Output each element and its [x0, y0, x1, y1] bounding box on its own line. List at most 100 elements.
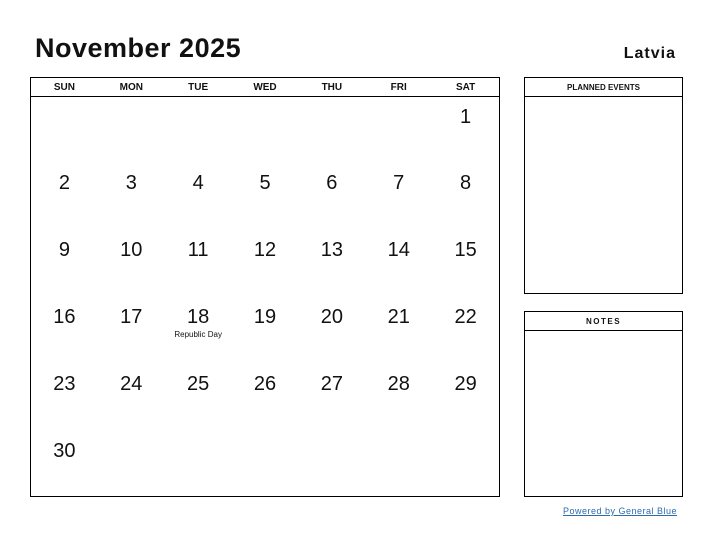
day-number: 26 — [253, 373, 277, 395]
day-number: 8 — [460, 172, 472, 194]
day-number: 12 — [253, 239, 277, 261]
day-number — [232, 97, 299, 107]
day-cell — [298, 431, 365, 498]
day-number — [298, 97, 365, 107]
day-cell: 25 — [165, 364, 232, 431]
day-number: 25 — [187, 373, 210, 395]
day-number: 15 — [454, 239, 477, 261]
weekday-fri: FRI — [390, 82, 407, 93]
day-cell: 26 — [232, 364, 299, 431]
week-row: 23 24 25 26 27 28 29 — [31, 364, 499, 431]
weekday-tue: TUE — [188, 82, 209, 93]
day-number — [365, 431, 432, 441]
day-cell: 17 — [98, 297, 165, 364]
notes-heading: NOTES — [525, 312, 682, 331]
day-cell — [98, 431, 165, 498]
day-number: 7 — [393, 172, 405, 194]
day-number: 18 — [187, 306, 210, 328]
day-cell: 21 — [365, 297, 432, 364]
weekday-thu: THU — [321, 82, 343, 93]
planned-events-panel: PLANNED EVENTS — [524, 77, 683, 294]
day-number: 17 — [120, 306, 143, 328]
day-cell: 10 — [98, 230, 165, 297]
day-cell: 8 — [432, 163, 499, 230]
day-number: 14 — [387, 239, 410, 261]
day-cell: 20 — [298, 297, 365, 364]
day-number: 6 — [326, 172, 338, 194]
day-number: 5 — [259, 172, 271, 194]
day-cell — [365, 431, 432, 498]
day-cell — [232, 97, 299, 163]
powered-by-link[interactable]: Powered by General Blue — [563, 506, 677, 516]
day-number — [98, 431, 165, 441]
day-number — [98, 97, 165, 107]
day-cell — [232, 431, 299, 498]
day-number: 11 — [187, 239, 209, 261]
week-row: 16 17 18 Republic Day 19 20 21 22 — [31, 297, 499, 364]
holiday-label: Republic Day — [174, 330, 222, 339]
day-cell: 4 — [165, 163, 232, 230]
day-cell — [298, 97, 365, 163]
day-number — [165, 431, 232, 441]
day-cell: 24 — [98, 364, 165, 431]
day-cell — [165, 431, 232, 498]
day-number: 22 — [454, 306, 477, 328]
day-cell: 27 — [298, 364, 365, 431]
day-cell: 2 — [31, 163, 98, 230]
notes-panel: NOTES — [524, 311, 683, 497]
day-cell: 11 — [165, 230, 232, 297]
day-number: 27 — [320, 373, 343, 395]
day-cell — [365, 97, 432, 163]
day-number: 30 — [53, 440, 76, 462]
day-cell — [98, 97, 165, 163]
week-row: 30 — [31, 431, 499, 498]
week-row: 9 10 11 12 13 14 15 — [31, 230, 499, 297]
day-number: 9 — [58, 239, 70, 261]
day-cell — [31, 97, 98, 163]
page-title: November 2025 — [35, 33, 242, 63]
day-number: 23 — [53, 373, 76, 395]
day-number: 16 — [53, 306, 76, 328]
day-cell: 14 — [365, 230, 432, 297]
day-cell — [165, 97, 232, 163]
country-label: Latvia — [623, 45, 676, 62]
day-cell: 1 — [432, 97, 499, 163]
day-cell: 15 — [432, 230, 499, 297]
week-row: 2 3 4 5 6 7 8 — [31, 163, 499, 230]
planned-events-heading: PLANNED EVENTS — [525, 78, 682, 97]
day-number: 2 — [58, 172, 70, 194]
day-cell: 6 — [298, 163, 365, 230]
day-number: 4 — [192, 172, 204, 194]
day-cell: 22 — [432, 297, 499, 364]
day-cell: 16 — [31, 297, 98, 364]
day-cell: 19 — [232, 297, 299, 364]
day-number — [165, 97, 232, 107]
day-number: 24 — [120, 373, 143, 395]
day-number: 1 — [460, 106, 472, 128]
day-cell: 9 — [31, 230, 98, 297]
day-number: 13 — [320, 239, 343, 261]
calendar-grid: SUN MON TUE WED THU FRI SAT 1 2 3 4 5 6 7 8 9 10 1… — [30, 77, 500, 497]
day-cell: 18 Republic Day — [165, 297, 232, 364]
day-number: 19 — [253, 306, 277, 328]
weekday-sun: SUN — [53, 82, 75, 93]
day-number — [365, 97, 432, 107]
day-cell: 7 — [365, 163, 432, 230]
day-cell: 29 — [432, 364, 499, 431]
day-cell — [432, 431, 499, 498]
weekday-mon: MON — [119, 82, 143, 93]
day-number: 3 — [125, 172, 137, 194]
day-cell: 13 — [298, 230, 365, 297]
weekday-header: SUN MON TUE WED THU FRI SAT — [31, 78, 499, 97]
day-cell: 12 — [232, 230, 299, 297]
day-number: 28 — [387, 373, 410, 395]
day-number — [432, 431, 499, 441]
day-number: 21 — [387, 306, 410, 328]
day-cell: 28 — [365, 364, 432, 431]
day-number: 29 — [454, 373, 477, 395]
day-cell: 23 — [31, 364, 98, 431]
day-number — [232, 431, 299, 441]
week-row: 1 — [31, 97, 499, 163]
calendar-body: 1 2 3 4 5 6 7 8 9 10 11 12 13 14 15 16 17 18 Republic Day 1… — [31, 97, 499, 496]
day-cell: 30 — [31, 431, 98, 498]
